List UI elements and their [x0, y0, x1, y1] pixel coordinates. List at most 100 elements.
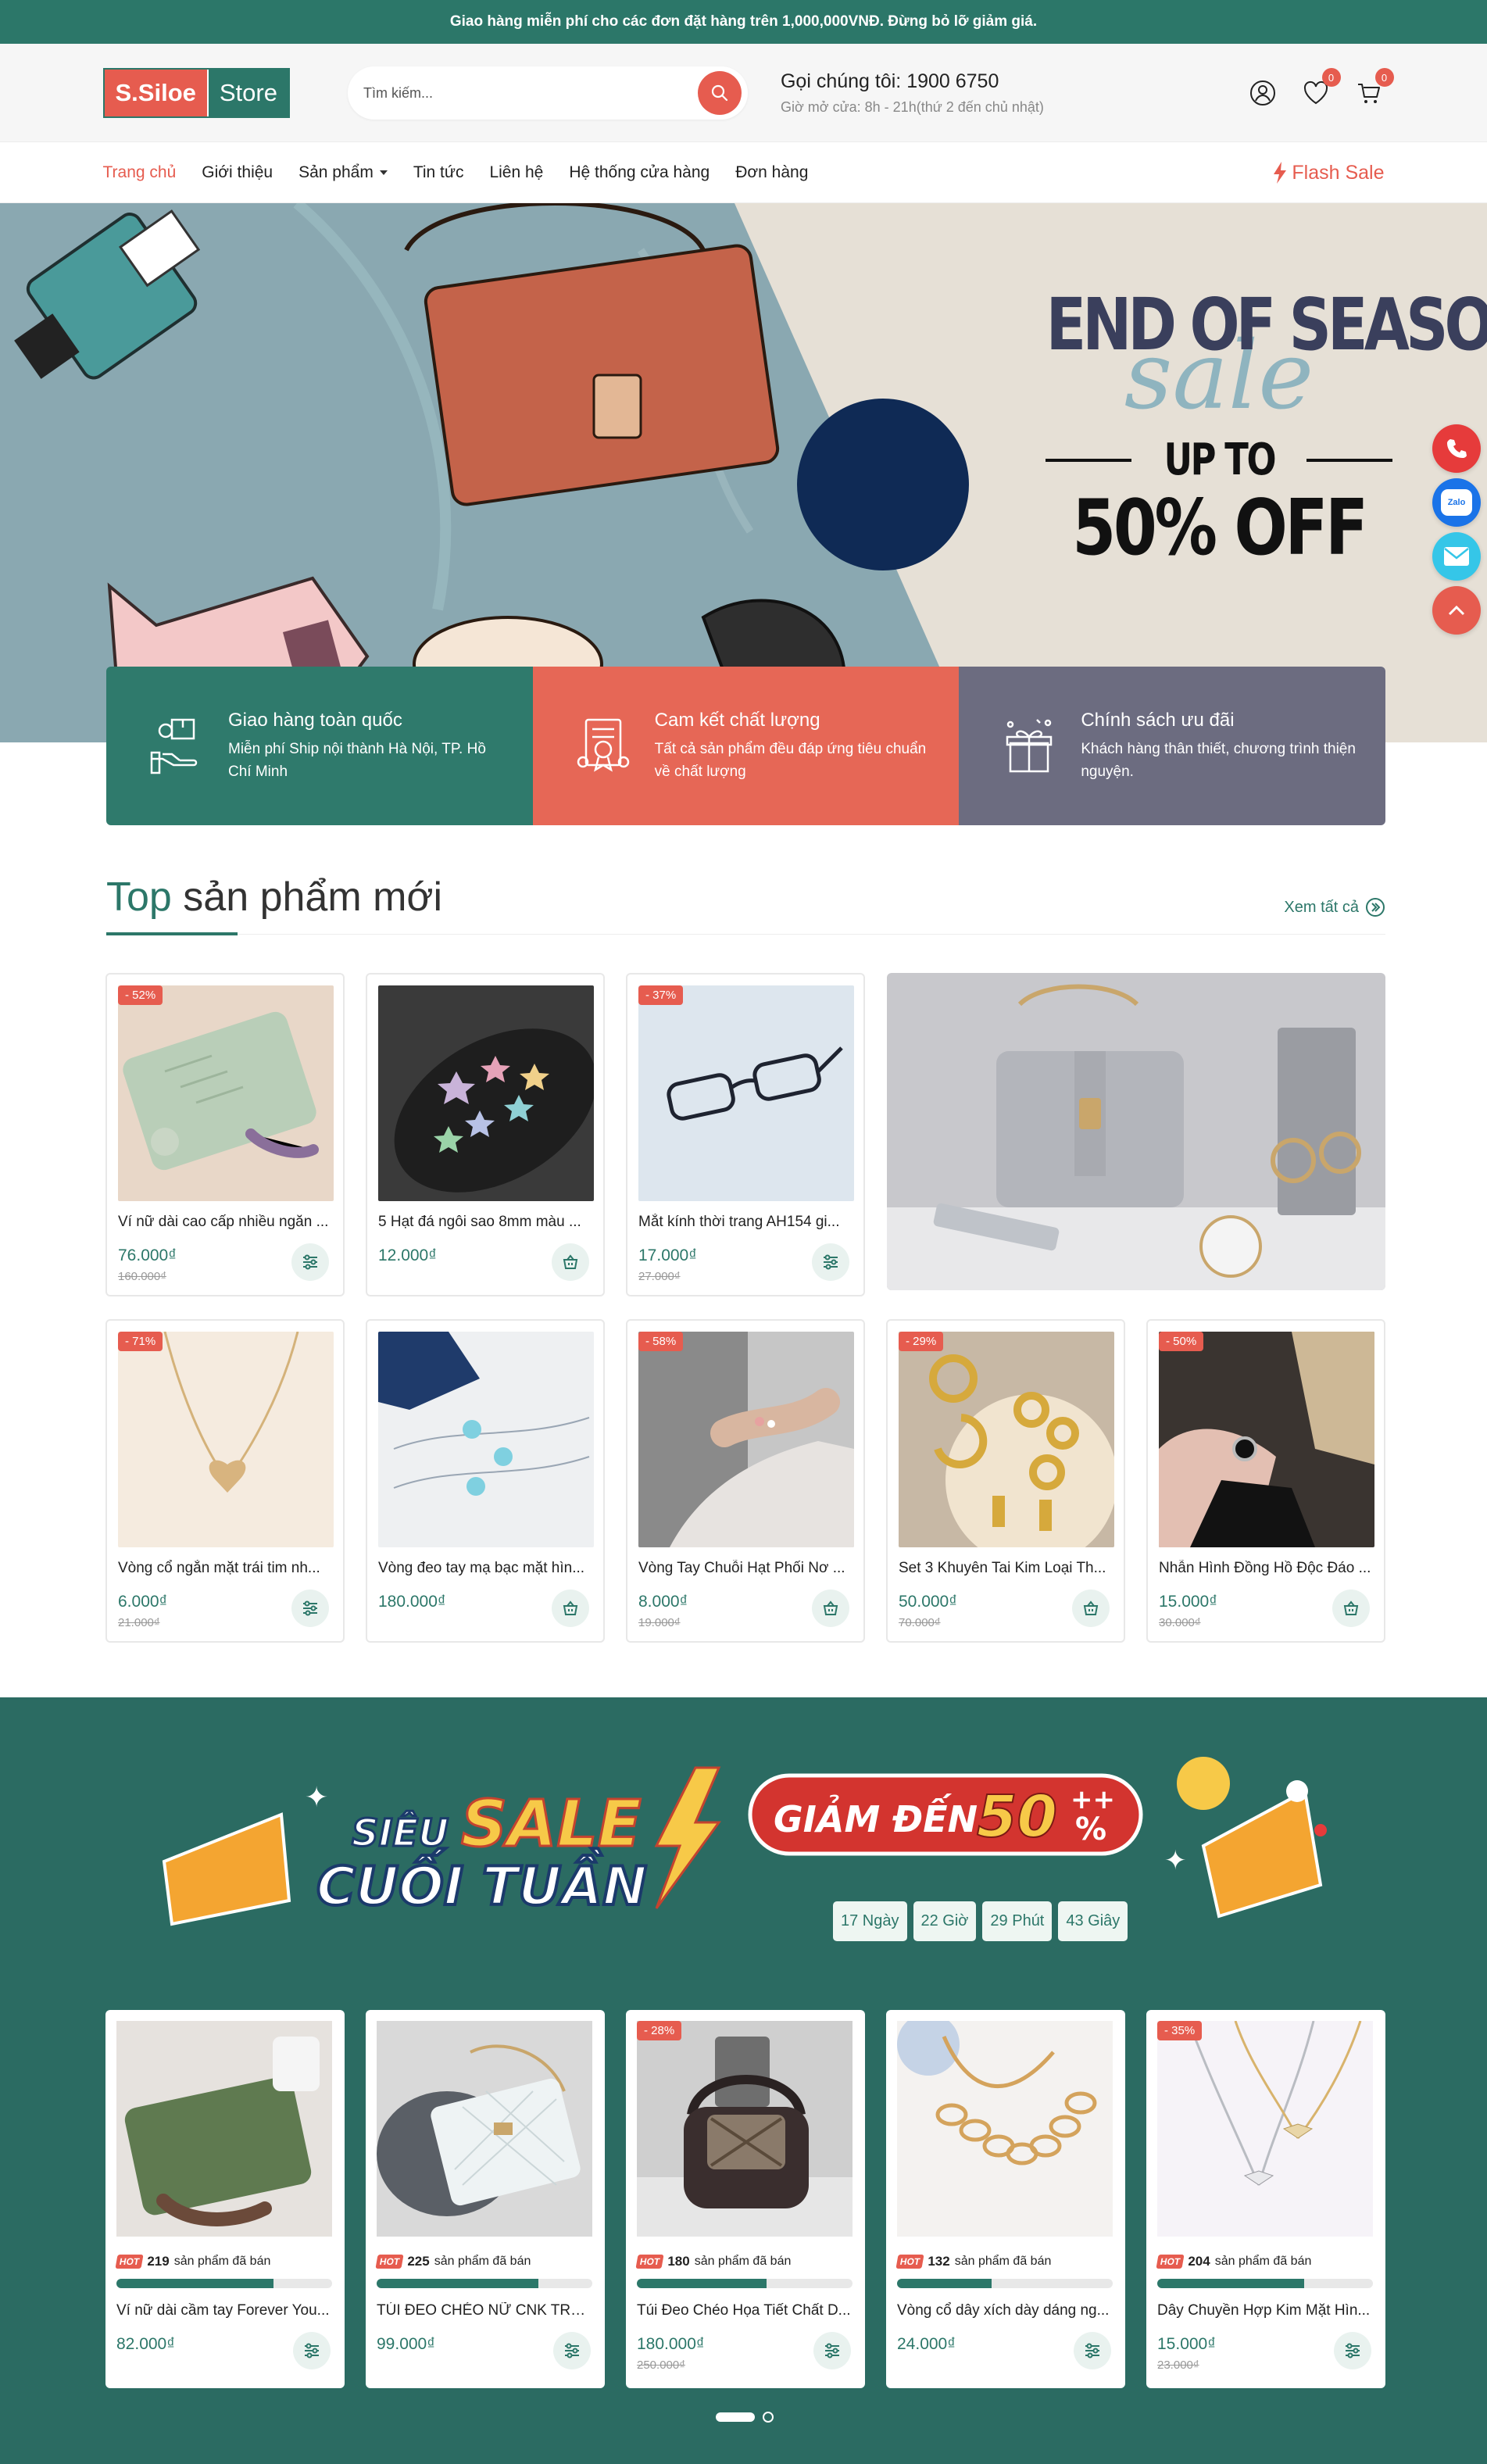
product-card[interactable]: Vòng đeo tay mạ bạc mặt hìn... 180.000₫ — [366, 1319, 605, 1643]
product-name[interactable]: Túi Đeo Chéo Họa Tiết Chất D... — [637, 2302, 853, 2319]
sale-product-card[interactable]: - 35% HOT 204 sản phẩm đã bán Dây Chuyền H… — [1146, 2010, 1385, 2388]
product-name[interactable]: Vòng cổ dây xích dày dáng ng... — [897, 2302, 1113, 2319]
options-button[interactable] — [813, 2332, 851, 2369]
options-button[interactable] — [293, 2332, 331, 2369]
product-image[interactable] — [118, 985, 334, 1201]
sliders-icon — [1085, 2343, 1099, 2359]
product-image[interactable] — [118, 1332, 334, 1547]
product-name[interactable]: Ví nữ dài cao cấp nhiều ngăn ... — [118, 1214, 334, 1231]
search-icon — [711, 84, 728, 102]
product-image[interactable] — [378, 1332, 594, 1547]
lightning-icon — [1274, 162, 1287, 184]
search-button[interactable] — [697, 71, 742, 115]
hotline-label[interactable]: Gọi chúng tôi: 1900 6750 — [781, 70, 1044, 93]
weekend-sale-banner[interactable]: SIÊU SALE CUỐI TUẦN GIẢM ĐẾN 50 ++ % ✦ ✦ — [156, 1744, 1328, 1932]
product-image[interactable] — [638, 985, 854, 1201]
nav-contact[interactable]: Liên hệ — [489, 163, 543, 182]
promo-image[interactable] — [887, 973, 1385, 1290]
options-button[interactable] — [812, 1243, 849, 1281]
product-image[interactable] — [1159, 1332, 1374, 1547]
flash-sale-link[interactable]: Flash Sale — [1273, 162, 1385, 184]
add-to-cart-button[interactable] — [1332, 1590, 1370, 1627]
product-card[interactable]: - 52% Ví nữ dài cao cấp nhiều ngăn ... 7… — [105, 973, 345, 1296]
mail-icon — [1444, 547, 1469, 566]
product-name[interactable]: TÚI ĐEO CHÉO NỮ CNK TRẦN... — [377, 2302, 592, 2319]
product-card[interactable]: 5 Hạt đá ngôi sao 8mm màu ... 12.000₫ — [366, 973, 605, 1296]
carousel-dot[interactable] — [763, 2412, 774, 2423]
sale-product-card[interactable]: - 28% HOT 180 sản phẩm đã bán Túi Đeo Chéo… — [626, 2010, 865, 2388]
discount-badge: - 28% — [637, 2021, 682, 2040]
product-image[interactable] — [638, 1332, 854, 1547]
sold-info: HOT 132 sản phẩm đã bán — [895, 2254, 1051, 2269]
nav-home[interactable]: Trang chủ — [103, 163, 177, 182]
product-name[interactable]: Vòng Tay Chuỗi Hạt Phối Nơ ... — [638, 1560, 854, 1577]
product-image[interactable] — [116, 2021, 332, 2237]
discount-badge: - 35% — [1157, 2021, 1203, 2040]
hero-banner[interactable]: END OF SEASON sale UP TO 50% OFF — [0, 203, 1487, 742]
countdown-hours: 22 Giờ — [913, 1901, 977, 1941]
account-button[interactable] — [1247, 77, 1278, 109]
nav-about[interactable]: Giới thiệu — [202, 163, 273, 182]
logo[interactable]: S.Siloe Store — [102, 68, 290, 118]
product-card[interactable]: - 71% Vòng cổ ngắn mặt trái tim nh... 6.… — [105, 1319, 345, 1643]
product-image[interactable] — [637, 2021, 853, 2237]
search-input[interactable] — [363, 84, 698, 102]
nav-stores[interactable]: Hệ thống cửa hàng — [569, 163, 710, 182]
see-all-link[interactable]: Xem tất cả — [1284, 897, 1385, 917]
options-button[interactable] — [1334, 2332, 1371, 2369]
options-button[interactable] — [553, 2332, 591, 2369]
sale-product-card[interactable]: HOT 219 sản phẩm đã bán Ví nữ dài cầm tay … — [105, 2010, 345, 2388]
nav-news[interactable]: Tin tức — [413, 163, 464, 182]
add-to-cart-button[interactable] — [812, 1590, 849, 1627]
product-name[interactable]: Nhẫn Hình Đồng Hồ Độc Đáo ... — [1159, 1560, 1374, 1577]
add-to-cart-button[interactable] — [1072, 1590, 1110, 1627]
nav-products[interactable]: Sản phẩm — [298, 163, 388, 182]
options-button[interactable] — [291, 1590, 329, 1627]
caret-down-icon — [379, 170, 388, 176]
zalo-button[interactable]: Zalo — [1432, 478, 1481, 527]
sale-word-cuoi-tuan: CUỐI TUẦN — [316, 1848, 647, 1918]
basket-icon — [1343, 1600, 1359, 1615]
product-name[interactable]: Set 3 Khuyên Tai Kim Loại Th... — [899, 1560, 1114, 1577]
product-old-price: 70.000₫ — [899, 1616, 941, 1629]
product-card[interactable]: - 50% Nhẫn Hình Đồng Hồ Độc Đáo ... 15.0… — [1146, 1319, 1385, 1643]
back-to-top-button[interactable] — [1432, 586, 1481, 635]
product-card[interactable]: - 29% Set 3 Khuyên Tai Kim Loại Th... 50… — [886, 1319, 1125, 1643]
add-to-cart-button[interactable] — [552, 1243, 589, 1281]
add-to-cart-button[interactable] — [552, 1590, 589, 1627]
hot-badge: HOT — [635, 2255, 664, 2269]
opening-hours: Giờ mở cửa: 8h - 21h(thứ 2 đến chủ nhật) — [780, 99, 1044, 115]
header: S.Siloe Store Gọi chúng tôi: 1900 6750 G… — [0, 44, 1487, 142]
logo-left: S.Siloe — [104, 70, 207, 116]
product-name[interactable]: Dây Chuyền Hợp Kim Mặt Hìn... — [1157, 2302, 1373, 2319]
feature-shipping: Giao hàng toàn quốc Miễn phí Ship nội th… — [106, 667, 533, 825]
product-name[interactable]: Mắt kính thời trang AH154 gi... — [638, 1214, 854, 1231]
product-name[interactable]: 5 Hạt đá ngôi sao 8mm màu ... — [378, 1214, 594, 1231]
nav-orders[interactable]: Đơn hàng — [735, 163, 808, 182]
product-image[interactable] — [899, 1332, 1114, 1547]
product-image[interactable] — [897, 2021, 1113, 2237]
email-button[interactable] — [1432, 532, 1481, 581]
wishlist-button[interactable]: 0 — [1300, 68, 1341, 109]
cart-button[interactable]: 0 — [1353, 68, 1394, 109]
svg-text:✦: ✦ — [305, 1781, 328, 1813]
product-card[interactable]: - 37% Mắt kính thời trang AH154 gi... 17… — [626, 973, 865, 1296]
see-all-label: Xem tất cả — [1284, 898, 1359, 916]
sale-product-card[interactable]: HOT 132 sản phẩm đã bán Vòng cổ dây xích d… — [886, 2010, 1125, 2388]
product-image[interactable] — [377, 2021, 592, 2237]
user-icon — [1249, 80, 1275, 105]
product-image[interactable] — [1157, 2021, 1373, 2237]
options-button[interactable] — [1074, 2332, 1111, 2369]
sliders-icon — [303, 1600, 317, 1616]
product-name[interactable]: Ví nữ dài cầm tay Forever You... — [116, 2302, 332, 2319]
product-name[interactable]: Vòng đeo tay mạ bạc mặt hìn... — [378, 1560, 594, 1577]
sale-product-card[interactable]: HOT 225 sản phẩm đã bán TÚI ĐEO CHÉO NỮ CN… — [366, 2010, 605, 2388]
product-card[interactable]: - 58% Vòng Tay Chuỗi Hạt Phối Nơ ... 8.0… — [626, 1319, 865, 1643]
options-button[interactable] — [291, 1243, 329, 1281]
feature-quality-desc: Tất cả sản phẩm đều đáp ứng tiêu chuẩn v… — [654, 740, 927, 780]
carousel-dot-active[interactable] — [716, 2412, 755, 2422]
product-image[interactable] — [378, 985, 594, 1201]
product-name[interactable]: Vòng cổ ngắn mặt trái tim nh... — [118, 1560, 334, 1577]
feature-strip: Giao hàng toàn quốc Miễn phí Ship nội th… — [106, 667, 1385, 825]
call-button[interactable] — [1432, 424, 1481, 473]
